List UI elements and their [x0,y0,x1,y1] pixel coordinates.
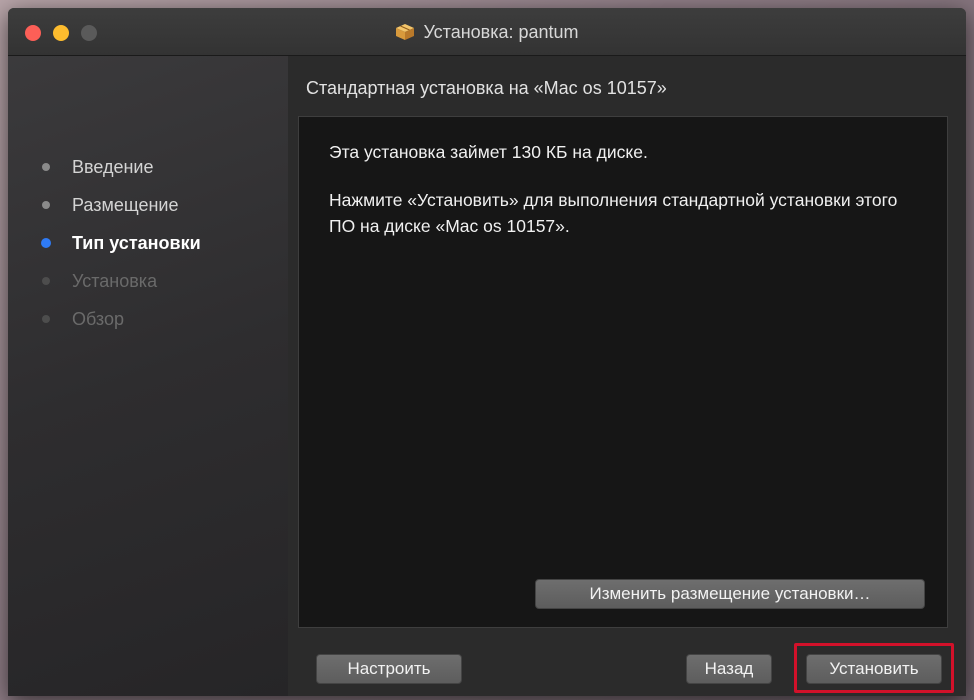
step-label: Установка [72,270,158,291]
step-label: Обзор [72,308,124,329]
step-summary: Обзор [42,300,201,338]
step-label: Тип установки [72,232,201,253]
window-title: Установка: pantum [423,21,579,42]
install-button[interactable]: Установить [806,654,942,684]
step-bullet [42,277,50,285]
customize-button[interactable]: Настроить [316,654,462,684]
back-button[interactable]: Назад [686,654,772,684]
step-label: Введение [72,156,154,177]
installer-window: Установка: pantum Введение Размещение Ти… [8,8,966,696]
package-icon [396,24,415,40]
page-title: Стандартная установка на «Mac os 10157» [306,78,667,98]
content-box: Эта установка займет 130 КБ на диске. На… [298,116,948,628]
main-panel: Стандартная установка на «Mac os 10157» … [288,56,966,696]
title-bar[interactable]: Установка: pantum [8,8,966,56]
install-instructions: Нажмите «Установить» для выполнения стан… [329,190,898,236]
change-location-button[interactable]: Изменить размещение установки… [535,579,925,609]
steps-list: Введение Размещение Тип установки Устано… [41,148,201,338]
step-installation-type: Тип установки [41,224,201,262]
step-bullet [42,163,50,171]
step-introduction: Введение [42,148,201,186]
step-installation: Установка [42,262,201,300]
step-bullet [42,315,50,323]
steps-sidebar: Введение Размещение Тип установки Устано… [8,56,288,696]
disk-space-message: Эта установка займет 130 КБ на диске. [329,142,648,162]
window-title-group: Установка: pantum [8,8,966,56]
step-destination: Размещение [42,186,201,224]
step-bullet [42,201,50,209]
step-bullet-active [41,238,51,248]
step-label: Размещение [72,194,179,215]
